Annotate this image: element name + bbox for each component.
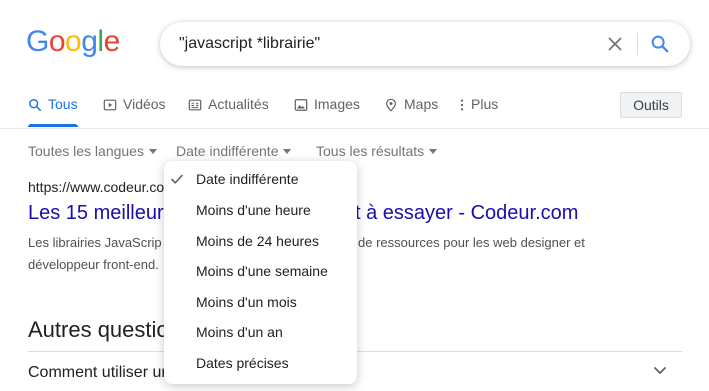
caret-down-icon — [148, 149, 157, 154]
tab-actualites[interactable]: Actualités — [188, 96, 269, 128]
tab-label: Vidéos — [123, 96, 166, 112]
logo-letter: e — [103, 25, 121, 58]
logo-letter: g — [81, 25, 98, 58]
tab-label: Actualités — [208, 96, 269, 112]
filter-language[interactable]: Toutes les langues — [28, 143, 157, 159]
tab-label: Maps — [404, 96, 439, 112]
menu-item-date-indifferente[interactable]: Date indifférente — [164, 165, 357, 195]
search-results-page: Google "javascript *librairie" Tous Vidé… — [0, 0, 709, 391]
menu-item-label: Moins d'une semaine — [196, 263, 328, 279]
result-title[interactable]: Les 15 meilleure t à essayer - Codeur.co… — [28, 202, 578, 225]
menu-item-label: Moins de 24 heures — [196, 233, 319, 249]
logo-letter: G — [26, 25, 49, 58]
filter-label: Date indifférente — [176, 143, 279, 159]
news-icon — [188, 99, 202, 111]
tab-videos[interactable]: Vidéos — [103, 96, 166, 128]
close-icon[interactable] — [604, 33, 626, 55]
google-logo[interactable]: Google — [26, 25, 120, 59]
map-pin-icon — [386, 98, 396, 112]
tab-tous[interactable]: Tous — [28, 96, 78, 128]
date-filter-menu: Date indifférente Moins d'une heure Moin… — [164, 161, 357, 384]
tab-maps[interactable]: Maps — [384, 96, 438, 128]
menu-item-moins-un-an[interactable]: Moins d'un an — [164, 318, 357, 348]
menu-item-moins-une-semaine[interactable]: Moins d'une semaine — [164, 257, 357, 287]
caret-down-icon — [283, 149, 292, 154]
filter-date[interactable]: Date indifférente — [176, 143, 292, 159]
tab-label: Images — [314, 96, 360, 112]
search-icon — [29, 99, 42, 112]
tab-label: Plus — [471, 96, 499, 112]
menu-item-moins-un-mois[interactable]: Moins d'un mois — [164, 288, 357, 318]
snippet-line: de ressources pour les web designer et — [358, 235, 585, 250]
snippet-line: développeur front-end. — [28, 257, 159, 272]
menu-item-label: Moins d'un an — [196, 324, 283, 340]
result-title-right: t à essayer - Codeur.com — [355, 202, 579, 224]
tab-images[interactable]: Images — [294, 96, 360, 128]
filter-label: Toutes les langues — [28, 143, 144, 159]
logo-letter: o — [48, 25, 66, 58]
filter-label: Tous les résultats — [316, 143, 425, 159]
people-also-ask-heading: Autres questio — [28, 317, 169, 342]
tabs-divider — [0, 128, 709, 129]
filter-results[interactable]: Tous les résultats — [316, 143, 438, 159]
menu-item-label: Moins d'un mois — [196, 294, 297, 310]
search-input[interactable]: "javascript *librairie" — [179, 35, 320, 53]
tab-label: Tous — [48, 96, 78, 112]
search-divider — [637, 33, 638, 55]
chevron-down-icon[interactable] — [650, 360, 670, 380]
more-vert-icon — [460, 99, 464, 111]
menu-item-moins-24-heures[interactable]: Moins de 24 heures — [164, 227, 357, 257]
question-item[interactable]: Comment utiliser ur — [28, 364, 167, 382]
result-title-left: Les 15 meilleure — [28, 202, 175, 224]
menu-item-label: Date indifférente — [196, 171, 299, 187]
tools-button[interactable]: Outils — [620, 92, 682, 118]
caret-down-icon — [429, 149, 438, 154]
search-icon[interactable] — [649, 33, 671, 55]
image-icon — [294, 99, 308, 111]
result-url[interactable]: https://www.codeur.con — [28, 179, 172, 195]
snippet-line: Les librairies JavaScrip — [28, 235, 162, 250]
tab-plus[interactable]: Plus — [459, 96, 498, 128]
logo-letter: o — [65, 25, 82, 58]
menu-item-label: Dates précises — [196, 355, 289, 371]
menu-item-label: Moins d'une heure — [196, 202, 311, 218]
search-box[interactable]: "javascript *librairie" — [160, 22, 690, 66]
menu-item-moins-une-heure[interactable]: Moins d'une heure — [164, 196, 357, 226]
video-icon — [103, 99, 117, 111]
menu-item-dates-precises[interactable]: Dates précises — [164, 349, 357, 379]
check-icon — [171, 174, 183, 184]
